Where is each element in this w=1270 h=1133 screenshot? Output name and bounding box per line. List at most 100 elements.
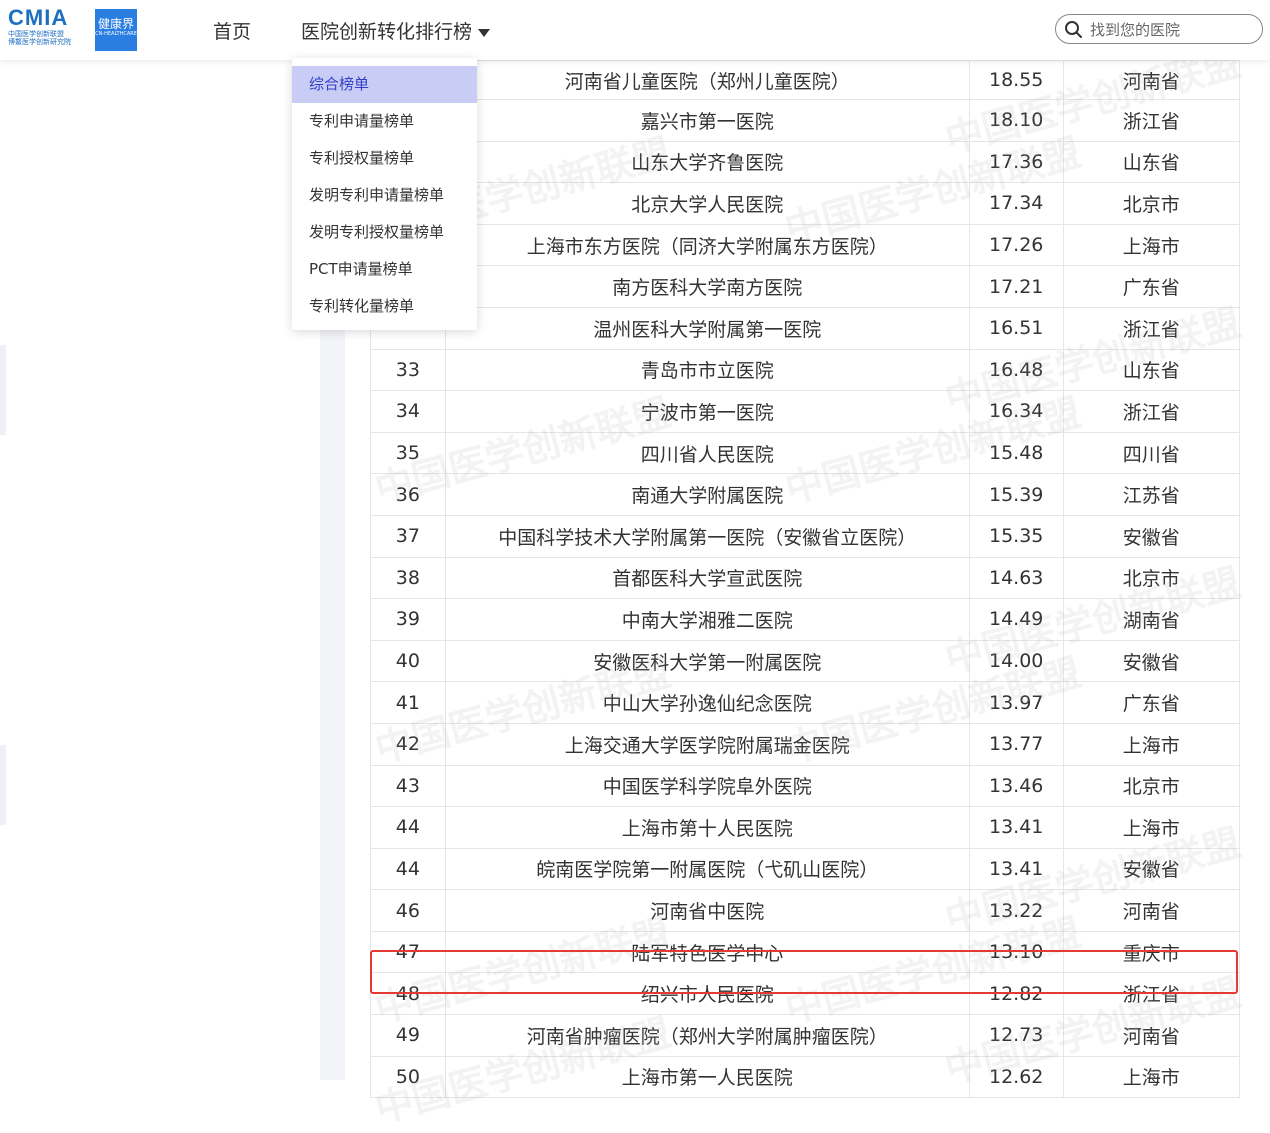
hospital-name-cell: 皖南医学院第一附属医院（弋矶山医院） [444, 847, 970, 891]
jiankangjie-logo-en: CN-HEALTHCARE [95, 31, 137, 37]
dropdown-item[interactable]: PCT申请量榜单 [292, 251, 477, 288]
hospital-name-cell: 北京大学人民医院 [444, 182, 970, 225]
table-row: 山东大学齐鲁医院 17.36 山东省 [370, 140, 1241, 184]
hospital-name-cell: 河南省中医院 [444, 889, 970, 932]
province-cell: 广东省 [1062, 265, 1241, 308]
province-cell: 北京市 [1062, 556, 1241, 600]
score-cell: 16.34 [968, 390, 1064, 433]
dropdown-item[interactable]: 专利授权量榜单 [292, 140, 477, 177]
rank-cell: 37 [370, 514, 446, 558]
province-cell: 广东省 [1062, 681, 1241, 724]
hospital-name-cell: 首都医科大学宣武医院 [444, 556, 970, 600]
table-row: 上海市东方医院（同济大学附属东方医院） 17.26 上海市 [370, 223, 1241, 267]
province-cell: 北京市 [1062, 764, 1241, 808]
score-cell: 15.48 [968, 431, 1064, 475]
table-row: 47 陆军特色医学中心 13.10 重庆市 [370, 930, 1241, 974]
table-row: 44 上海市第十人民医院 13.41 上海市 [370, 806, 1241, 849]
left-shade-bottom [0, 745, 6, 825]
province-cell: 安徽省 [1062, 514, 1241, 558]
province-cell: 上海市 [1062, 223, 1241, 267]
score-cell: 15.39 [968, 473, 1064, 516]
hospital-name-cell: 上海市东方医院（同济大学附属东方医院） [444, 223, 970, 267]
province-cell: 安徽省 [1062, 847, 1241, 891]
dropdown-item[interactable]: 专利申请量榜单 [292, 103, 477, 140]
cmia-logo-sub1: 中国医学创新联盟 [8, 30, 64, 38]
province-cell: 山东省 [1062, 348, 1241, 392]
top-header: CMIA 中国医学创新联盟 博鳌医学创新研究院 健康界 CN-HEALTHCAR… [0, 0, 1270, 60]
dropdown-item[interactable]: 专利转化量榜单 [292, 288, 477, 325]
search-input[interactable] [1088, 18, 1257, 42]
table-row: 南方医科大学南方医院 17.21 广东省 [370, 265, 1241, 308]
hospital-name-cell: 中山大学孙逸仙纪念医院 [444, 681, 970, 724]
left-panel [0, 60, 320, 1080]
table-row: 34 宁波市第一医院 16.34 浙江省 [370, 390, 1241, 433]
rank-cell: 36 [370, 473, 446, 516]
province-cell: 浙江省 [1062, 972, 1241, 1016]
table-row: 35 四川省人民医院 15.48 四川省 [370, 431, 1241, 475]
hospital-name-cell: 青岛市市立医院 [444, 348, 970, 392]
rank-cell: 40 [370, 639, 446, 683]
score-cell: 18.55 [968, 60, 1064, 100]
score-cell: 12.73 [968, 1014, 1064, 1057]
hospital-name-cell: 中国医学科学院阜外医院 [444, 764, 970, 808]
province-cell: 四川省 [1062, 431, 1241, 475]
dropdown-item[interactable]: 发明专利授权量榜单 [292, 214, 477, 251]
score-cell: 13.97 [968, 681, 1064, 724]
score-cell: 16.51 [968, 306, 1064, 350]
jiankangjie-logo-text: 健康界 [97, 17, 134, 31]
dropdown-item[interactable]: 综合榜单 [292, 66, 477, 103]
hospital-name-cell: 四川省人民医院 [444, 431, 970, 475]
hospital-name-cell: 陆军特色医学中心 [444, 930, 970, 974]
nav-ranking-menu[interactable]: 医院创新转化排行榜 [301, 17, 491, 44]
score-cell: 17.34 [968, 182, 1064, 225]
nav-home[interactable]: 首页 [213, 17, 251, 44]
score-cell: 14.00 [968, 639, 1064, 683]
table-row: 温州医科大学附属第一医院 16.51 浙江省 [370, 306, 1241, 350]
table-row: 嘉兴市第一医院 18.10 浙江省 [370, 99, 1241, 142]
hospital-name-cell: 安徽医科大学第一附属医院 [444, 639, 970, 683]
province-cell: 浙江省 [1062, 99, 1241, 142]
score-cell: 17.26 [968, 223, 1064, 267]
hospital-name-cell: 南通大学附属医院 [444, 473, 970, 516]
rank-cell: 48 [370, 972, 446, 1016]
hospital-name-cell: 绍兴市人民医院 [444, 972, 970, 1016]
province-cell: 浙江省 [1062, 306, 1241, 350]
rank-cell: 38 [370, 556, 446, 600]
hospital-name-cell: 嘉兴市第一医院 [444, 99, 970, 142]
province-cell: 上海市 [1062, 722, 1241, 766]
score-cell: 13.41 [968, 806, 1064, 849]
score-cell: 16.48 [968, 348, 1064, 392]
rank-cell: 50 [370, 1055, 446, 1099]
hospital-name-cell: 上海交通大学医学院附属瑞金医院 [444, 722, 970, 766]
rank-cell: 47 [370, 930, 446, 974]
hospital-name-cell: 山东大学齐鲁医院 [444, 140, 970, 184]
rank-cell: 42 [370, 722, 446, 766]
province-cell: 浙江省 [1062, 390, 1241, 433]
rank-cell: 41 [370, 681, 446, 724]
nav-ranking-label: 医院创新转化排行榜 [301, 21, 473, 43]
hospital-name-cell: 河南省肿瘤医院（郑州大学附属肿瘤医院） [444, 1014, 970, 1057]
search-icon[interactable] [1064, 20, 1084, 40]
rank-cell: 35 [370, 431, 446, 475]
score-cell: 12.82 [968, 972, 1064, 1016]
left-shade-top [0, 345, 6, 435]
score-cell: 15.35 [968, 514, 1064, 558]
table-row: 33 青岛市市立医院 16.48 山东省 [370, 348, 1241, 392]
jiankangjie-logo[interactable]: 健康界 CN-HEALTHCARE [95, 9, 137, 51]
score-cell: 17.21 [968, 265, 1064, 308]
search-box[interactable] [1055, 14, 1263, 44]
hospital-name-cell: 中国科学技术大学附属第一医院（安徽省立医院） [444, 514, 970, 558]
cmia-logo[interactable]: CMIA 中国医学创新联盟 博鳌医学创新研究院 [8, 6, 78, 54]
hospital-name-cell: 温州医科大学附属第一医院 [444, 306, 970, 350]
score-cell: 13.22 [968, 889, 1064, 932]
rank-cell: 46 [370, 889, 446, 932]
score-cell: 17.36 [968, 140, 1064, 184]
dropdown-item[interactable]: 发明专利申请量榜单 [292, 177, 477, 214]
ranking-dropdown-menu: 综合榜单 专利申请量榜单 专利授权量榜单 发明专利申请量榜单 发明专利授权量榜单 PCT申… [292, 58, 477, 330]
score-cell: 13.77 [968, 722, 1064, 766]
score-cell: 12.62 [968, 1055, 1064, 1099]
rank-cell: 34 [370, 390, 446, 433]
table-row: 39 中南大学湘雅二医院 14.49 湖南省 [370, 598, 1241, 641]
table-row: 41 中山大学孙逸仙纪念医院 13.97 广东省 [370, 681, 1241, 724]
table-row: 36 南通大学附属医院 15.39 江苏省 [370, 473, 1241, 516]
